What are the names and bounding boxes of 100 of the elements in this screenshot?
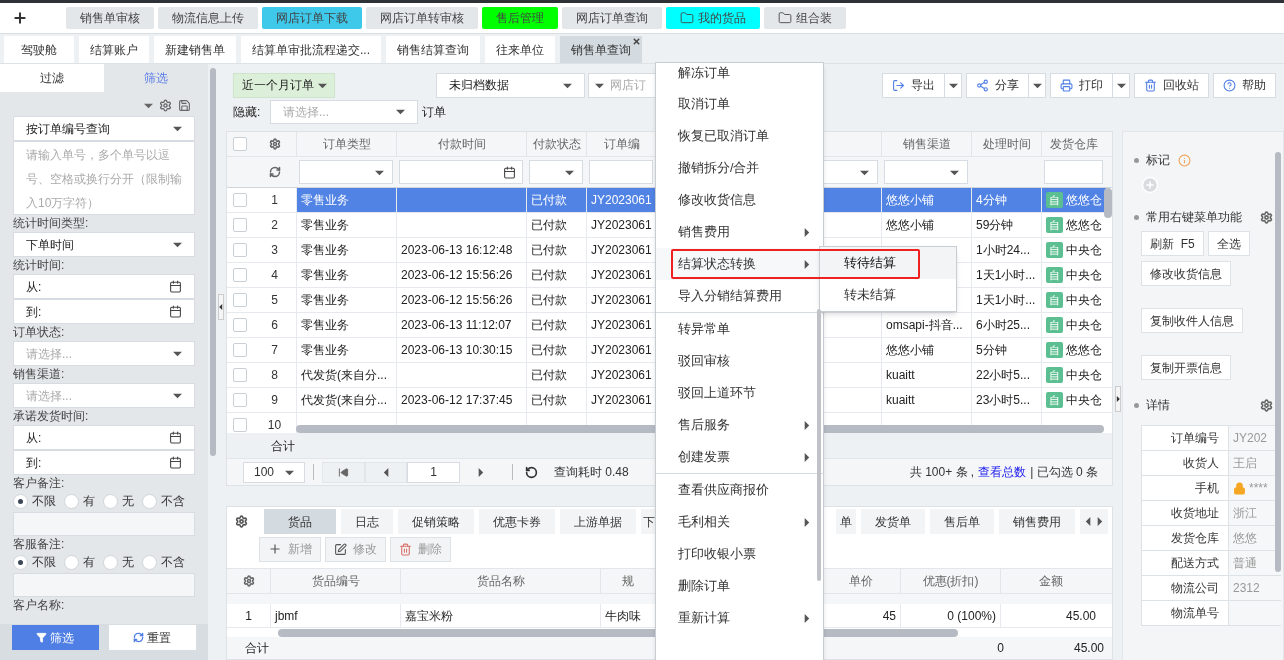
- checkbox[interactable]: [233, 318, 247, 332]
- menu-item[interactable]: 打印收银小票: [656, 538, 823, 570]
- detail-tab[interactable]: 发货单: [861, 509, 925, 535]
- command-button[interactable]: 修改收货信息: [1141, 261, 1231, 286]
- toolbar-button[interactable]: 分享: [967, 73, 1028, 97]
- period-dropdown[interactable]: 近一个月订单: [233, 72, 335, 98]
- column-filter[interactable]: [1044, 160, 1103, 184]
- calendar-icon[interactable]: [169, 305, 182, 318]
- archive-select[interactable]: 未归档数据: [436, 72, 585, 98]
- checkbox[interactable]: [233, 268, 247, 282]
- page-tab[interactable]: 驾驶舱: [4, 36, 74, 63]
- module-tab[interactable]: 销售单审核: [66, 7, 154, 29]
- menu-item[interactable]: 导入分销结算费用: [656, 280, 823, 312]
- text-field[interactable]: [13, 573, 195, 597]
- reset-button[interactable]: 重置: [108, 625, 196, 650]
- page-tab[interactable]: 销售单查询: [560, 36, 642, 63]
- save-icon[interactable]: [178, 98, 191, 112]
- refresh-icon[interactable]: [268, 166, 281, 178]
- detail-tab[interactable]: 促销策略: [398, 509, 474, 535]
- checkbox[interactable]: [233, 137, 247, 151]
- command-button[interactable]: 全选: [1207, 231, 1250, 256]
- toolbar-button[interactable]: 帮助: [1214, 73, 1275, 97]
- command-button[interactable]: 复制收件人信息: [1141, 308, 1243, 333]
- add-icon[interactable]: [12, 10, 28, 26]
- close-icon[interactable]: [632, 37, 641, 46]
- menu-item[interactable]: 售后服务: [656, 409, 823, 441]
- page-tab[interactable]: 销售结算查询: [386, 36, 480, 63]
- menu-item[interactable]: 修改收货信息: [656, 184, 823, 216]
- checkbox[interactable]: [233, 343, 247, 357]
- settings-icon[interactable]: [159, 98, 172, 112]
- page-input[interactable]: 1: [407, 461, 460, 483]
- checkbox[interactable]: [233, 418, 247, 432]
- select-field[interactable]: 下单时间: [13, 232, 195, 257]
- checkbox[interactable]: [233, 218, 247, 232]
- radio-button[interactable]: [13, 493, 28, 509]
- page-tab[interactable]: 结算单审批流程递交...: [241, 36, 381, 63]
- module-tab[interactable]: 我的货品: [666, 7, 760, 29]
- menu-item[interactable]: 恢复已取消订单: [656, 120, 823, 152]
- page-tab[interactable]: 新建销售单: [154, 36, 236, 63]
- detail-tab[interactable]: 上游单据: [560, 509, 636, 535]
- panel-tab[interactable]: 过滤: [0, 64, 104, 92]
- settings-icon[interactable]: [235, 515, 248, 529]
- vertical-scrollbar[interactable]: [1104, 188, 1112, 218]
- detail-tab[interactable]: 日志: [341, 509, 393, 535]
- module-tab[interactable]: 售后管理: [482, 7, 558, 29]
- module-tab[interactable]: 网店订单下载: [262, 7, 362, 29]
- settings-icon[interactable]: [242, 575, 255, 588]
- menu-item[interactable]: 销售费用: [656, 216, 823, 248]
- checkbox[interactable]: [233, 393, 247, 407]
- radio-button[interactable]: [103, 554, 118, 570]
- detail-tab[interactable]: 货品: [264, 509, 336, 535]
- reload-icon[interactable]: [525, 465, 538, 479]
- menu-item[interactable]: 删除订单: [656, 570, 823, 602]
- date-field[interactable]: 到:: [13, 450, 195, 475]
- collapse-handle[interactable]: [218, 294, 224, 320]
- detail-tab[interactable]: 销售费用: [999, 509, 1075, 535]
- checkbox[interactable]: [233, 193, 247, 207]
- date-field[interactable]: 到:: [13, 299, 195, 324]
- menu-item[interactable]: 重新计算: [656, 602, 823, 634]
- checkbox[interactable]: [233, 243, 247, 257]
- module-tab[interactable]: 网店订单查询: [562, 7, 662, 29]
- detail-tab[interactable]: 单: [836, 509, 856, 535]
- calendar-icon[interactable]: [169, 280, 182, 293]
- detail-tab[interactable]: 优惠卡券: [479, 509, 555, 535]
- radio-button[interactable]: [103, 493, 118, 509]
- vertical-scrollbar[interactable]: [210, 68, 216, 456]
- calendar-icon[interactable]: [169, 431, 182, 444]
- page-tab[interactable]: 往来单位: [485, 36, 555, 63]
- toolbar-button[interactable]: 回收站: [1135, 73, 1208, 97]
- module-tab[interactable]: 组合装: [764, 7, 846, 29]
- column-filter[interactable]: [589, 160, 653, 184]
- text-field[interactable]: [13, 512, 195, 536]
- menu-item[interactable]: 驳回审核: [656, 345, 823, 377]
- settings-icon[interactable]: [1260, 398, 1273, 412]
- menu-item[interactable]: 创建发票: [656, 441, 823, 473]
- command-button[interactable]: 复制开票信息: [1141, 355, 1231, 380]
- module-tab[interactable]: 物流信息上传: [158, 7, 258, 29]
- filter-button[interactable]: 筛选: [12, 625, 99, 650]
- collapse-handle[interactable]: [1114, 386, 1121, 412]
- date-field[interactable]: 从:: [13, 425, 195, 450]
- settings-icon[interactable]: [1260, 210, 1273, 224]
- command-button[interactable]: 刷新 F5: [1141, 231, 1204, 256]
- menu-item[interactable]: 撤销拆分/合并: [656, 152, 823, 184]
- menu-scrollbar[interactable]: [817, 309, 821, 581]
- radio-button[interactable]: [13, 554, 28, 570]
- menu-item[interactable]: 驳回上道环节: [656, 377, 823, 409]
- date-field[interactable]: 从:: [13, 274, 195, 299]
- calendar-icon[interactable]: [169, 456, 182, 469]
- tab-scroll-arrows[interactable]: [1080, 509, 1108, 535]
- submenu-item[interactable]: 转未结算: [820, 279, 956, 311]
- menu-item[interactable]: 转异常单: [656, 313, 823, 345]
- view-total-link[interactable]: 查看总数: [978, 463, 1027, 481]
- select-field[interactable]: 按订单编号查询: [13, 116, 195, 141]
- column-filter[interactable]: [529, 160, 583, 184]
- checkbox[interactable]: [233, 293, 247, 307]
- radio-button[interactable]: [142, 554, 157, 570]
- submenu-item[interactable]: 转待结算: [820, 247, 956, 279]
- vertical-scrollbar[interactable]: [1275, 152, 1281, 572]
- column-filter[interactable]: [299, 160, 393, 184]
- first-page-button[interactable]: [322, 461, 365, 483]
